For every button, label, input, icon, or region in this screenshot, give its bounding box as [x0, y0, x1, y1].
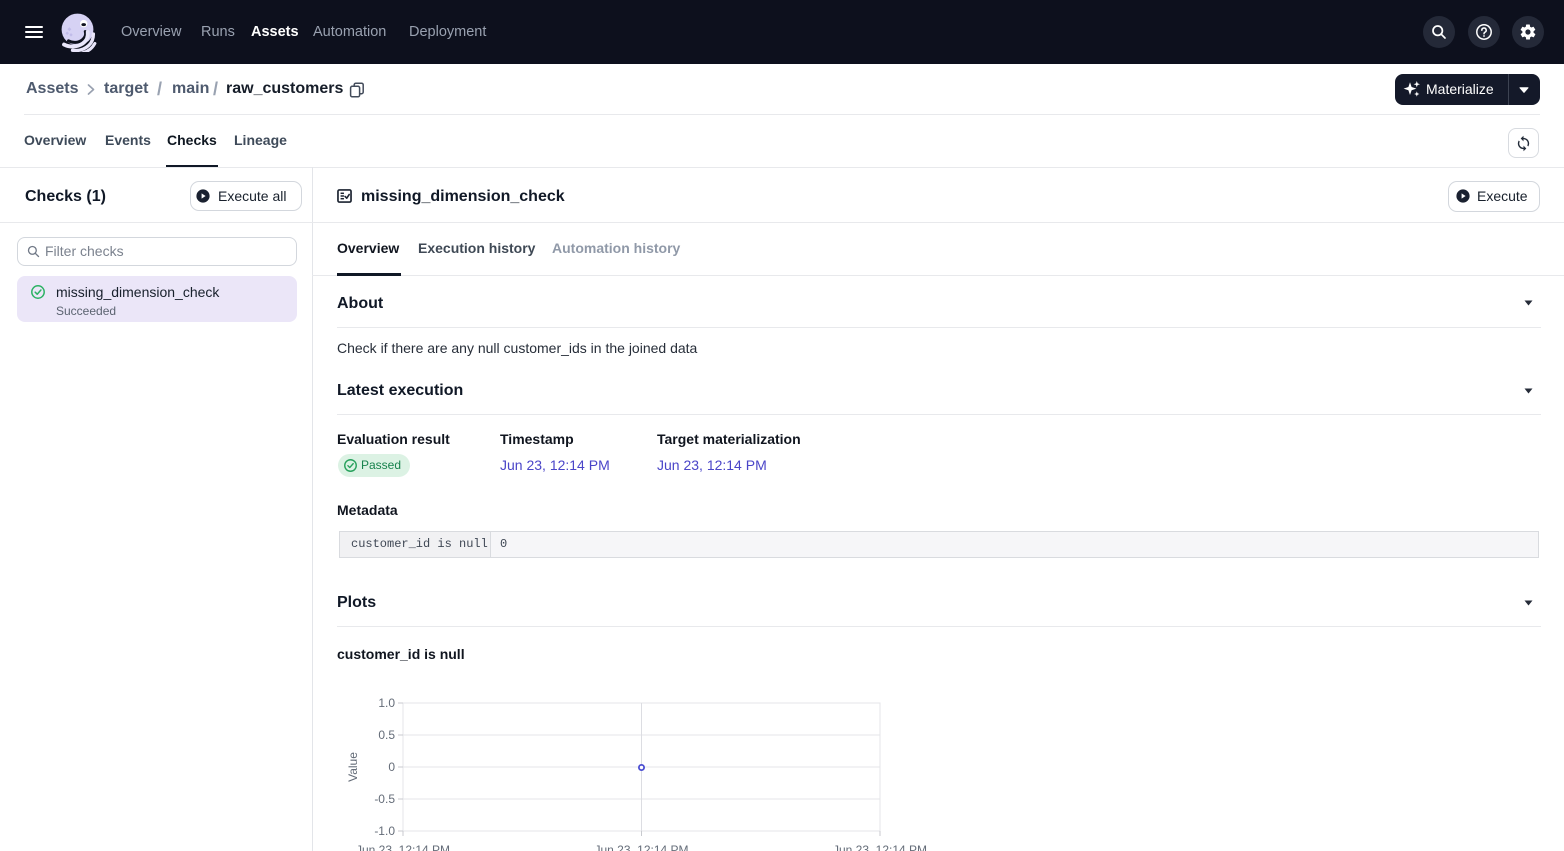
svg-text:Value: Value — [346, 752, 360, 782]
svg-text:0.5: 0.5 — [378, 728, 395, 742]
svg-text:1.0: 1.0 — [378, 696, 395, 710]
svg-text:-0.5: -0.5 — [374, 792, 395, 806]
svg-text:Jun 23, 12:14 PM: Jun 23, 12:14 PM — [356, 843, 450, 851]
svg-text:Jun 23, 12:14 PM: Jun 23, 12:14 PM — [833, 843, 927, 851]
svg-text:Jun 23, 12:14 PM: Jun 23, 12:14 PM — [594, 843, 688, 851]
svg-text:-1.0: -1.0 — [374, 824, 395, 838]
svg-text:0: 0 — [388, 760, 395, 774]
